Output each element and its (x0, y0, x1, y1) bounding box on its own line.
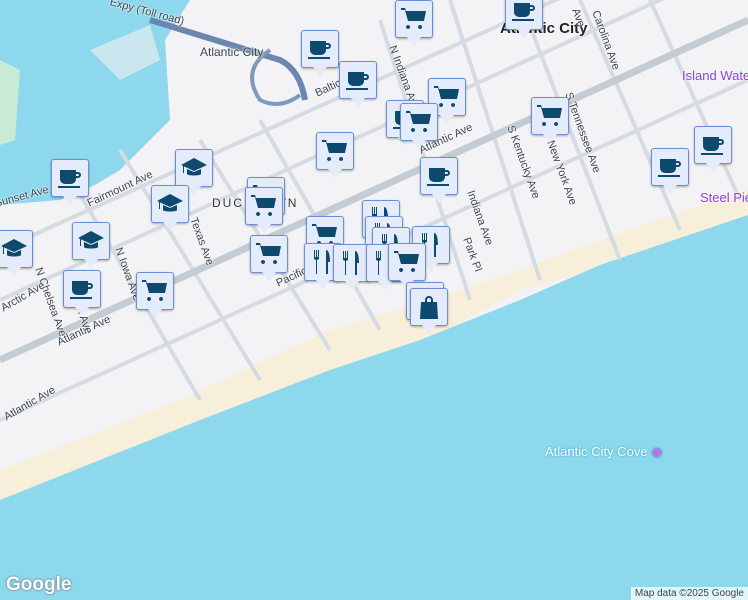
map-marker-coffee[interactable] (651, 148, 689, 194)
fork-knife-icon (343, 251, 359, 275)
coffee-icon (346, 72, 369, 90)
map-marker-coffee[interactable] (51, 159, 89, 205)
graduation-cap-icon (181, 158, 207, 176)
cart-icon (401, 8, 426, 29)
map-marker-coffee[interactable] (63, 270, 101, 316)
map-marker-graduation-cap[interactable] (72, 222, 110, 268)
island-waterpark-label[interactable]: Island Waterpark at Showboat (682, 68, 748, 83)
shopping-bag-icon (420, 296, 438, 319)
cart-icon (406, 111, 431, 132)
map-marker-cart[interactable] (245, 187, 283, 233)
graduation-cap-icon (157, 194, 183, 212)
cove-text: Atlantic City Cove (545, 444, 648, 459)
map-marker-coffee[interactable] (301, 30, 339, 76)
map-canvas[interactable]: Expy (Toll road) Atlantic City Atlantic … (0, 0, 748, 600)
station-label[interactable]: Atlantic City (200, 45, 263, 59)
cart-icon (537, 105, 562, 126)
graduation-cap-icon (1, 239, 27, 257)
map-marker-cart[interactable] (395, 0, 433, 46)
cart-icon (256, 243, 281, 264)
google-logo: Google (6, 574, 72, 595)
cart-icon (251, 195, 276, 216)
graduation-cap-icon (78, 231, 104, 249)
map-marker-graduation-cap[interactable] (0, 230, 33, 276)
map-marker-coffee[interactable] (339, 61, 377, 107)
coffee-icon (701, 137, 724, 155)
cart-icon (142, 280, 167, 301)
map-marker-cart[interactable] (388, 243, 426, 289)
coffee-icon (70, 281, 93, 299)
map-marker-coffee[interactable] (505, 0, 543, 38)
coffee-icon (427, 168, 450, 186)
coffee-icon (512, 3, 535, 21)
map-marker-coffee[interactable] (420, 157, 458, 203)
map-marker-graduation-cap[interactable] (175, 149, 213, 195)
cove-label[interactable]: Atlantic City Cove ◉ (545, 444, 663, 460)
cart-icon (322, 140, 347, 161)
steel-pier-label[interactable]: Steel Pier (700, 190, 748, 205)
map-marker-cart[interactable] (531, 97, 569, 143)
camera-icon: ◉ (651, 444, 663, 459)
map-marker-coffee[interactable] (694, 126, 732, 172)
coffee-icon (308, 41, 331, 59)
map-marker-cart[interactable] (316, 132, 354, 178)
coffee-icon (58, 170, 81, 188)
cart-icon (394, 251, 419, 272)
map-marker-graduation-cap[interactable] (151, 185, 189, 231)
map-marker-shopping-bag[interactable] (410, 288, 448, 334)
map-marker-cart[interactable] (136, 272, 174, 318)
coffee-icon (658, 159, 681, 177)
map-marker-cart[interactable] (400, 103, 438, 149)
map-attribution[interactable]: Map data ©2025 Google (630, 587, 748, 600)
map-marker-cart[interactable] (250, 235, 288, 281)
